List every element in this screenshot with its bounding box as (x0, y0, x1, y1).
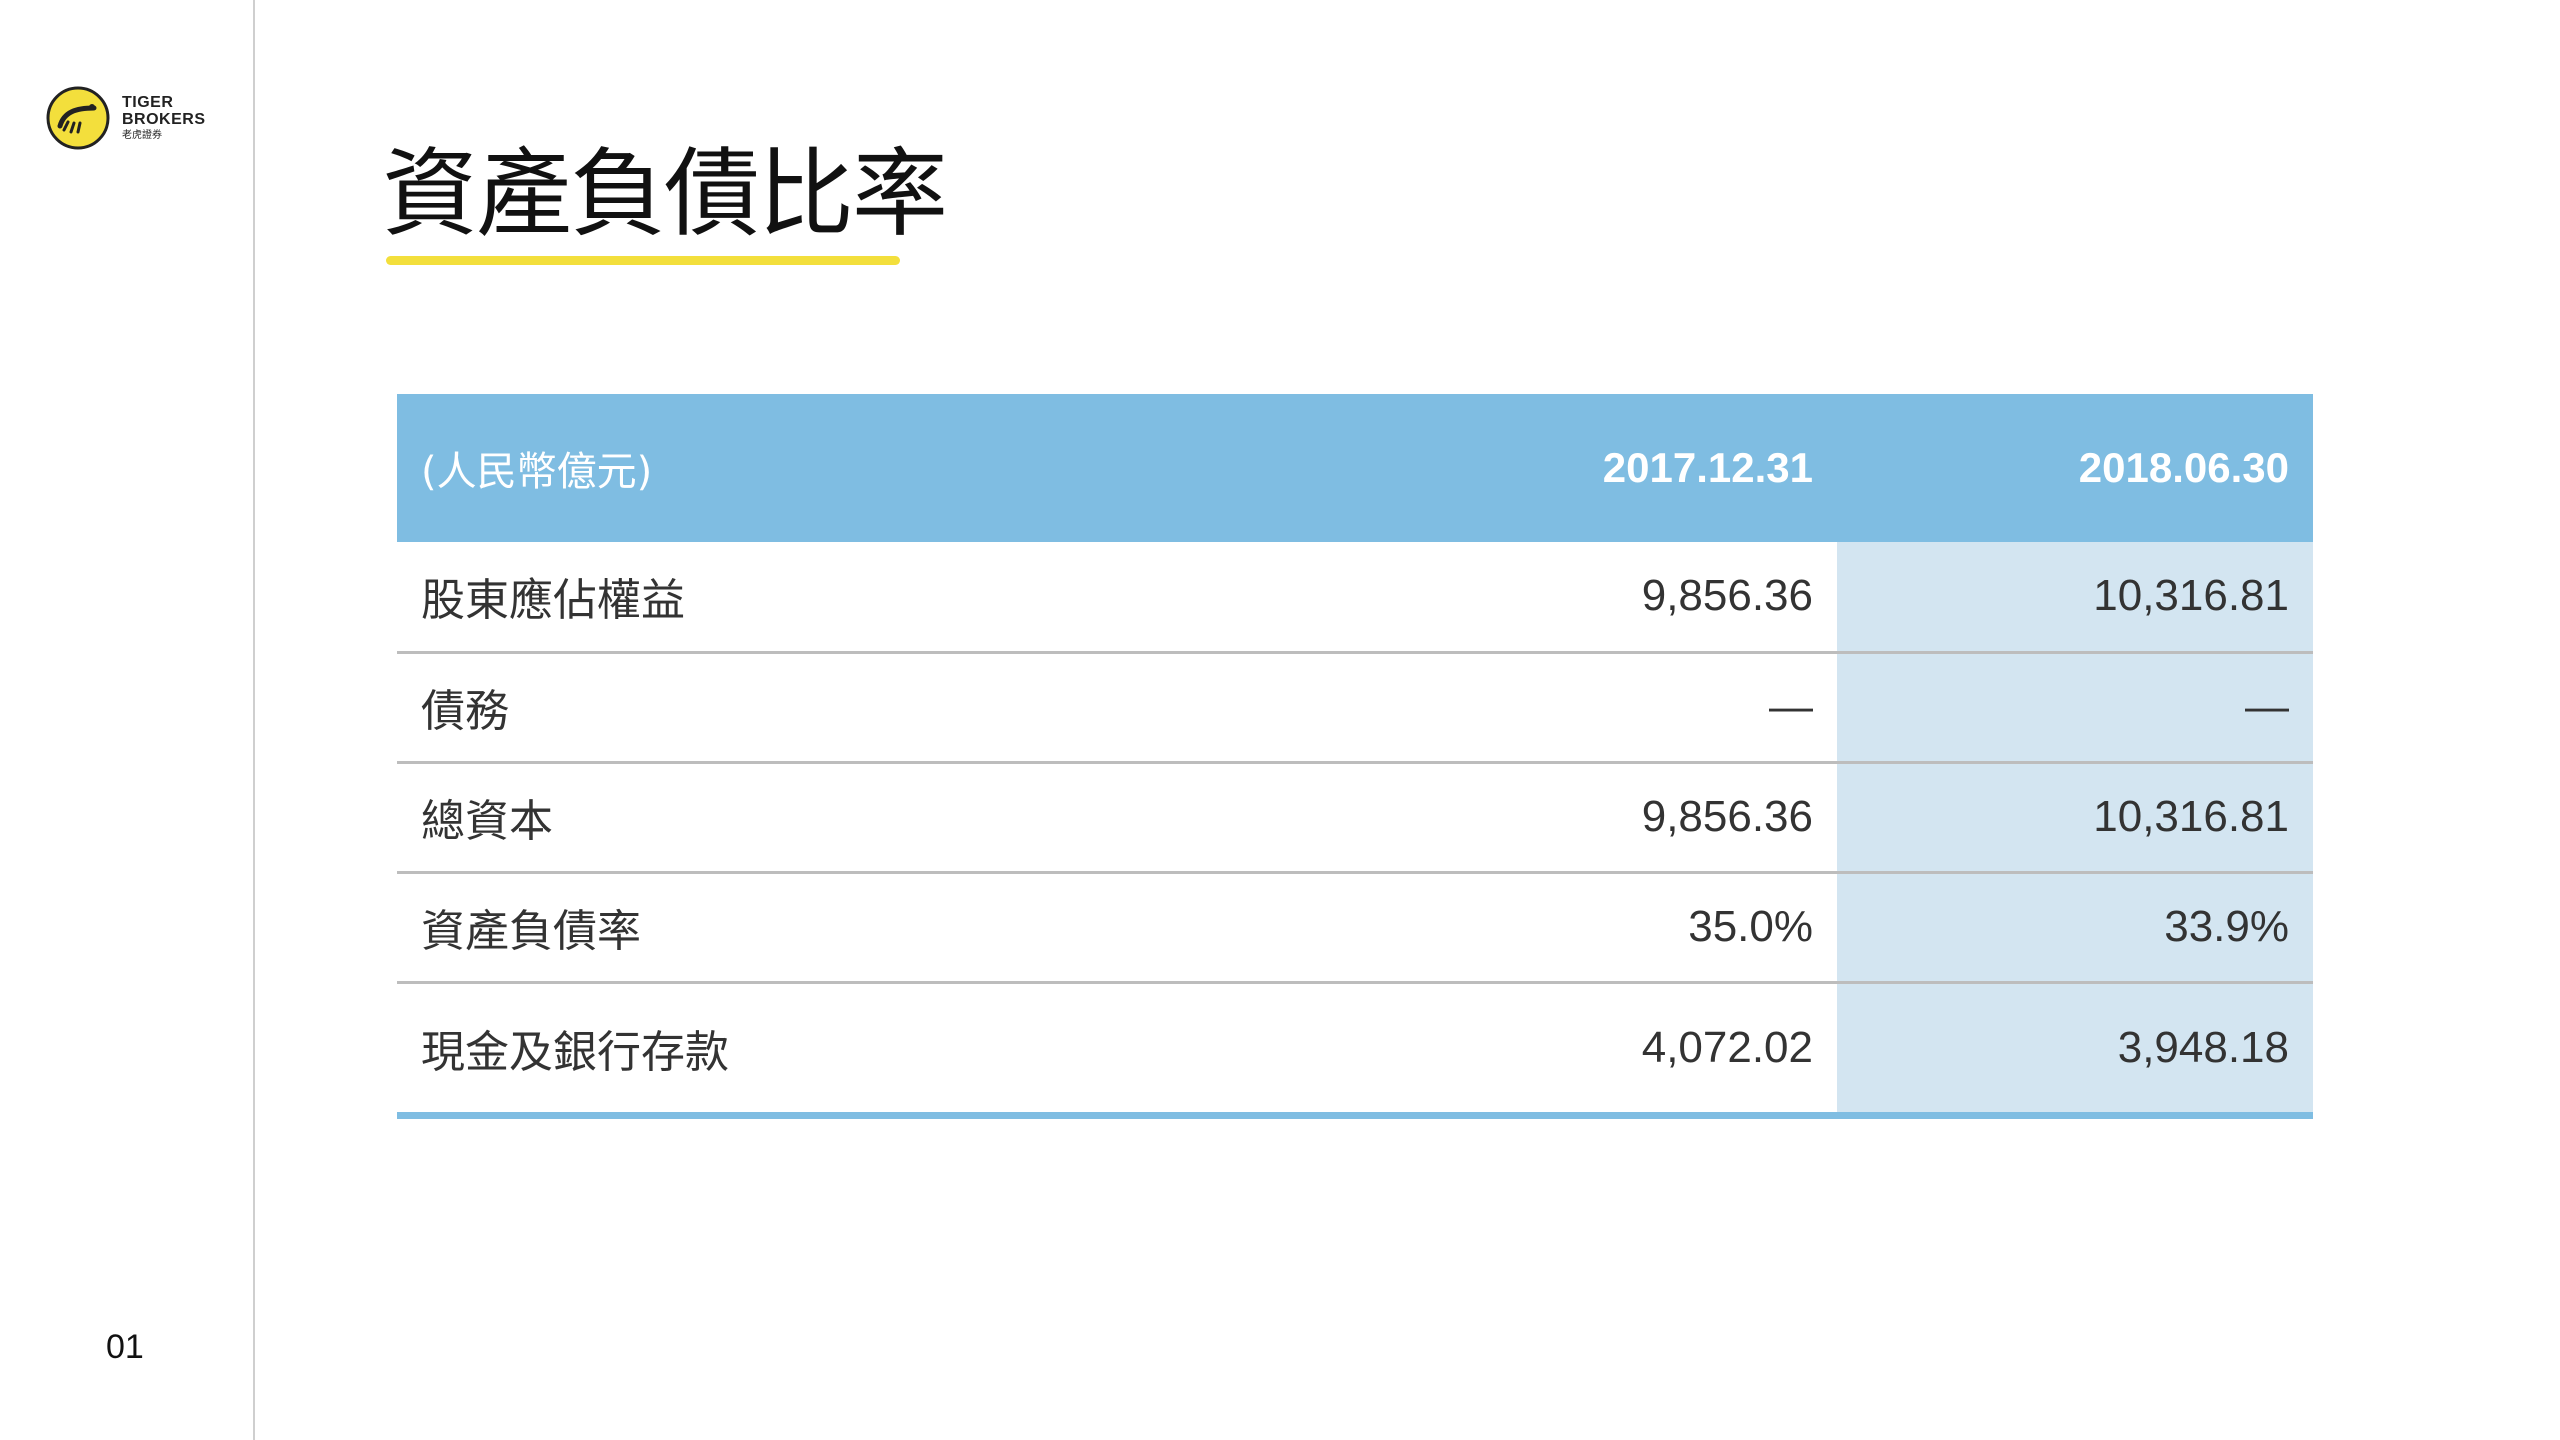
table-row: 資產負債率 35.0% 33.9% (397, 872, 2313, 984)
page-number: 01 (106, 1328, 144, 1366)
table-row: 債務 — — (397, 652, 2313, 764)
header-2017: 2017.12.31 (1477, 394, 1837, 542)
cell-total-capital-2017: 9,856.36 (1477, 762, 1837, 874)
cell-debt-2018: — (1837, 652, 2313, 764)
cell-cash-2018: 3,948.18 (1837, 982, 2313, 1119)
table-row: 現金及銀行存款 4,072.02 3,948.18 (397, 982, 2313, 1119)
debt-ratio-table: (人民幣億元) 2017.12.31 2018.06.30 股東應佔權益 9,8… (397, 394, 2313, 1119)
logo-text-line1: TIGER (122, 93, 174, 111)
row-label-total-capital: 總資本 (397, 762, 1477, 874)
page-title: 資產負債比率 (382, 138, 948, 250)
table-row: 總資本 9,856.36 10,316.81 (397, 762, 2313, 874)
title-underline (386, 256, 900, 265)
cell-gearing-ratio-2018: 33.9% (1837, 872, 2313, 984)
sidebar-divider (253, 0, 255, 1440)
logo-text-line3: 老虎證券 (122, 129, 162, 141)
tiger-brokers-logo: TIGER BROKERS 老虎證券 (46, 86, 206, 150)
header-2018: 2018.06.30 (1837, 394, 2313, 542)
slide: TIGER BROKERS 老虎證券 01 資產負債比率 (人民幣億元) 201… (0, 0, 2560, 1440)
cell-equity-2018: 10,316.81 (1837, 542, 2313, 654)
row-label-gearing-ratio: 資產負債率 (397, 872, 1477, 984)
row-label-cash: 現金及銀行存款 (397, 982, 1477, 1119)
row-label-debt: 債務 (397, 652, 1477, 764)
table-row: 股東應佔權益 9,856.36 10,316.81 (397, 542, 2313, 654)
cell-equity-2017: 9,856.36 (1477, 542, 1837, 654)
cell-total-capital-2018: 10,316.81 (1837, 762, 2313, 874)
row-label-equity: 股東應佔權益 (397, 542, 1477, 654)
cell-debt-2017: — (1477, 652, 1837, 764)
tiger-logo-icon (46, 86, 110, 150)
cell-cash-2017: 4,072.02 (1477, 982, 1837, 1119)
table-header-row: (人民幣億元) 2017.12.31 2018.06.30 (397, 394, 2313, 542)
logo-text-line2: BROKERS (122, 110, 206, 128)
header-unit: (人民幣億元) (397, 394, 1477, 542)
cell-gearing-ratio-2017: 35.0% (1477, 872, 1837, 984)
